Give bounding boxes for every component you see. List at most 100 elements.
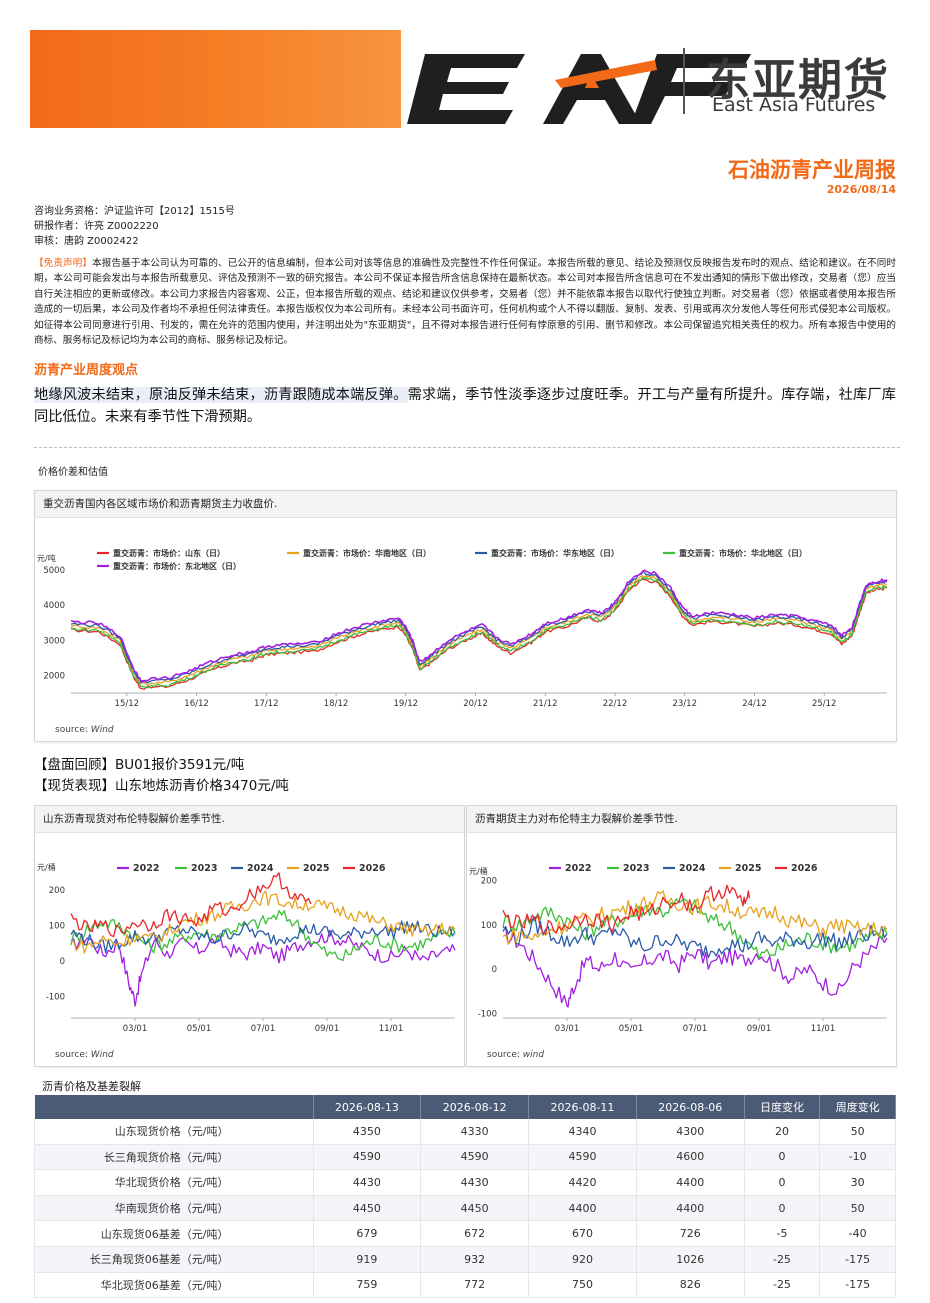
series-line-重交沥青：市场价：东北地区（日） <box>70 569 888 682</box>
y-tick-label: 2000 <box>43 671 65 681</box>
y-tick-label: 100 <box>49 921 65 931</box>
table-cell: 华南现货价格（元/吨） <box>34 1195 314 1222</box>
table-header-cell: 周度变化 <box>819 1095 896 1119</box>
table-cell: 4450 <box>313 1195 422 1222</box>
table-cell: 0 <box>744 1144 821 1171</box>
table-cell: 4420 <box>528 1169 637 1196</box>
disclaimer-tag: 【免责声明】 <box>34 258 93 269</box>
table-cell: 4430 <box>313 1169 422 1196</box>
table-cell: 50 <box>819 1119 896 1145</box>
y-tick-label: 100 <box>481 921 497 931</box>
legend-label: 2022 <box>565 863 591 874</box>
table-row: 长三角现货06基差（元/吨） 919 932 920 1026 -25 -175 <box>34 1246 896 1273</box>
price-basis-table: 2026-08-13 2026-08-12 2026-08-11 2026-08-06… <box>34 1095 896 1299</box>
table-cell: -175 <box>819 1246 896 1273</box>
table-title: 沥青价格及基差裂解 <box>42 1080 141 1093</box>
series-line-2023 <box>70 909 456 962</box>
x-tick-label: 20/12 <box>463 699 488 709</box>
x-tick-label: 07/01 <box>251 1024 276 1034</box>
table-cell: 长三角现货06基差（元/吨） <box>34 1246 314 1273</box>
legend-label: 2023 <box>623 863 649 874</box>
table-cell: -40 <box>819 1220 896 1247</box>
table-cell: 1026 <box>636 1246 745 1273</box>
y-tick-label: 200 <box>481 876 497 886</box>
table-cell: 山东现货价格（元/吨） <box>34 1119 314 1145</box>
table-cell: 20 <box>744 1119 821 1145</box>
table-cell: 山东现货06基差（元/吨） <box>34 1220 314 1247</box>
legend-label: 重交沥青：市场价：山东（日） <box>113 548 225 558</box>
chart-regional-prices: 元/吨 2000 3000 4000 5000 15/12 16/12 17/12 18/12 1… <box>37 548 888 709</box>
table-row: 山东现货06基差（元/吨） 679 672 670 726 -5 -40 <box>34 1220 896 1247</box>
table-cell: 759 <box>313 1272 422 1299</box>
x-tick-label: 09/01 <box>315 1024 340 1034</box>
x-tick-label: 24/12 <box>742 699 767 709</box>
table-cell: 华北现货价格（元/吨） <box>34 1169 314 1196</box>
table-cell: 4350 <box>313 1119 422 1145</box>
reviewer-line: 审核：唐韵 Z0002422 <box>34 236 139 247</box>
x-tick-label: 03/01 <box>555 1024 580 1034</box>
table-row: 华北现货价格（元/吨） 4430 4430 4420 4400 0 30 <box>34 1169 896 1196</box>
table-header-cell: 2026-08-06 <box>636 1095 745 1119</box>
x-tick-label: 21/12 <box>533 699 558 709</box>
table-header-cell: 2026-08-11 <box>528 1095 637 1119</box>
table-cell: 750 <box>528 1272 637 1299</box>
x-tick-label: 05/01 <box>619 1024 644 1034</box>
table-cell: 4450 <box>420 1195 530 1222</box>
legend-label: 重交沥青：市场价：华南地区（日） <box>303 548 431 558</box>
source-label: source: <box>487 1050 520 1060</box>
x-tick-label: 07/01 <box>683 1024 708 1034</box>
source-label: source: <box>55 725 88 735</box>
chart-panel-futures-crack: 沥青期货主力对布伦特主力裂解价差季节性. 元/桶 -100 0 100 200 03/01… <box>466 805 897 1067</box>
y-tick-label: 0 <box>492 965 497 975</box>
y-axis-unit-label: 元/吨 <box>37 553 56 563</box>
table-header-cell: 2026-08-13 <box>313 1095 422 1119</box>
chart-panel-shandong-crack: 山东沥青现货对布伦特裂解价差季节性. 元/桶 -100 0 100 200 03/01 05… <box>34 805 465 1067</box>
table-cell: 华北现货06基差（元/吨） <box>34 1272 314 1299</box>
y-axis-unit-label: 元/桶 <box>37 862 56 872</box>
table-cell: 4590 <box>528 1144 637 1171</box>
source-name: Wind <box>90 725 114 735</box>
table-cell: 0 <box>744 1195 821 1222</box>
table-row: 华南现货价格（元/吨） 4450 4450 4400 4400 0 50 <box>34 1195 896 1222</box>
table-cell: 4400 <box>528 1195 637 1222</box>
x-tick-label: 05/01 <box>187 1024 212 1034</box>
section-title: 沥青产业周度观点 <box>34 363 139 378</box>
report-title: 石油沥青产业周报 <box>728 158 896 182</box>
chart-shandong-crack: 元/桶 -100 0 100 200 03/01 05/01 07/01 09/01 11/01 2… <box>37 862 456 1034</box>
series-line-重交沥青：市场价：华东地区（日） <box>70 570 888 684</box>
table-row: 长三角现货价格（元/吨） 4590 4590 4590 4600 0 -10 <box>34 1144 896 1171</box>
chart-futures-crack: 元/桶 -100 0 100 200 03/01 05/01 07/01 09/01 11/01 2… <box>469 863 888 1034</box>
table-cell: 30 <box>819 1169 896 1196</box>
y-tick-label: 3000 <box>43 636 65 646</box>
eaf-logo-letters <box>407 54 751 124</box>
table-cell: 826 <box>636 1272 745 1299</box>
x-tick-label: 25/12 <box>812 699 837 709</box>
y-tick-label: 4000 <box>43 601 65 611</box>
legend-label: 2024 <box>679 863 706 874</box>
company-name-en: East Asia Futures <box>712 94 876 116</box>
legend-label: 重交沥青：市场价：华北地区（日） <box>679 548 807 558</box>
author-line: 研报作者：许亮 Z0002220 <box>34 221 159 232</box>
table-cell: 长三角现货价格（元/吨） <box>34 1144 314 1171</box>
table-cell: -5 <box>744 1220 821 1247</box>
table-row: 华北现货06基差（元/吨） 759 772 750 826 -25 -175 <box>34 1272 896 1299</box>
table-header-row: 2026-08-13 2026-08-12 2026-08-11 2026-08-06… <box>34 1095 896 1119</box>
x-tick-label: 03/01 <box>123 1024 148 1034</box>
table-cell: 772 <box>420 1272 530 1299</box>
table-cell: 4340 <box>528 1119 637 1145</box>
legend-label: 2023 <box>191 863 217 874</box>
legend-label: 2026 <box>359 863 386 874</box>
legend-label: 2022 <box>133 863 159 874</box>
x-tick-label: 19/12 <box>394 699 419 709</box>
logo-separator <box>683 48 685 114</box>
chart-source: source: Wind <box>55 1050 114 1060</box>
x-tick-label: 23/12 <box>672 699 697 709</box>
table-header-cell: 日度变化 <box>744 1095 821 1119</box>
table-cell: 4400 <box>636 1195 745 1222</box>
table-cell: 726 <box>636 1220 745 1247</box>
table-cell: 50 <box>819 1195 896 1222</box>
table-cell: 4400 <box>636 1169 745 1196</box>
y-tick-label: 200 <box>49 886 65 896</box>
source-label: source: <box>55 1050 88 1060</box>
x-tick-label: 16/12 <box>184 699 209 709</box>
